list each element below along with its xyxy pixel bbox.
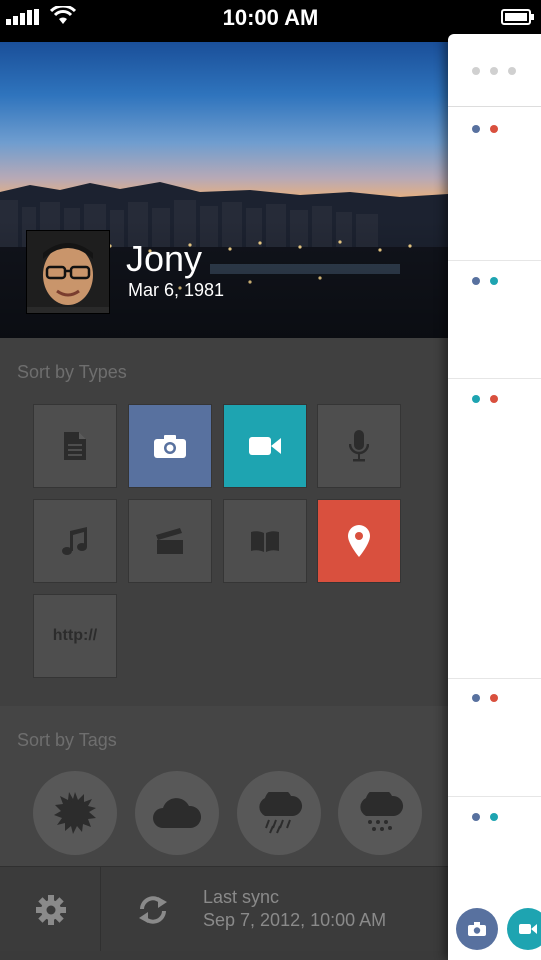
sun-icon [54, 792, 96, 834]
add-photo-button[interactable] [456, 908, 498, 950]
avatar[interactable] [26, 230, 110, 314]
camera-icon [154, 435, 186, 458]
video-icon [249, 437, 281, 455]
gear-icon [36, 895, 66, 925]
type-tile-movie[interactable] [128, 499, 212, 583]
section-title: Sort by Tags [17, 730, 117, 750]
menu-dot [472, 67, 480, 75]
type-indicator-dot [472, 125, 480, 133]
bottom-toolbar: Last sync Sep 7, 2012, 10:00 AM [0, 866, 448, 951]
section-title: Sort by Types [17, 362, 127, 382]
rain-icon [259, 792, 302, 834]
type-tile-book[interactable] [223, 499, 307, 583]
location-pin-icon [348, 525, 370, 557]
sync-button[interactable] [136, 893, 170, 927]
type-indicator-dot [472, 694, 480, 702]
entry-divider [448, 260, 541, 261]
type-tile-music[interactable] [33, 499, 117, 583]
type-tile-document[interactable] [33, 404, 117, 488]
profile-header: Jony Mar 6, 1981 [0, 42, 448, 338]
avatar-portrait [27, 231, 109, 313]
type-indicator-dot [472, 395, 480, 403]
type-indicator-dot [490, 813, 498, 821]
settings-button[interactable] [34, 893, 68, 927]
sort-by-types-section: Sort by Types http:// [0, 338, 448, 706]
last-sync-time: Sep 7, 2012, 10:00 AM [203, 910, 387, 930]
entry-divider [448, 796, 541, 797]
type-tile-video[interactable] [223, 404, 307, 488]
document-icon [64, 432, 86, 460]
music-icon [62, 527, 87, 555]
tag-cloudy[interactable] [135, 771, 219, 855]
type-indicator-dot [490, 395, 498, 403]
menu-dot [490, 67, 498, 75]
clapperboard-icon [156, 528, 183, 554]
entry-divider [448, 678, 541, 679]
tag-rainy[interactable] [237, 771, 321, 855]
side-menu: Jony Mar 6, 1981 Sort by Types http:// S… [0, 42, 448, 960]
type-indicator-dot [490, 277, 498, 285]
link-icon: http:// [52, 627, 98, 644]
microphone-icon [349, 430, 369, 462]
last-sync-label: Last sync [203, 887, 280, 907]
book-icon [251, 531, 279, 552]
tag-sunny[interactable] [33, 771, 117, 855]
type-indicator-dot [490, 125, 498, 133]
camera-icon [468, 922, 486, 936]
toolbar-divider [100, 867, 101, 951]
tag-snowy[interactable] [338, 771, 422, 855]
battery-icon [501, 9, 534, 25]
type-tile-location[interactable] [317, 499, 401, 583]
status-time: 10:00 AM [222, 5, 319, 30]
cloud-icon [153, 798, 201, 828]
type-tile-audio[interactable] [317, 404, 401, 488]
type-indicator-dot [472, 277, 480, 285]
type-tile-photo[interactable] [128, 404, 212, 488]
sync-icon [139, 896, 167, 924]
entry-divider [448, 378, 541, 379]
add-video-button[interactable] [507, 908, 541, 950]
panel-header [448, 34, 541, 107]
timeline-panel[interactable] [448, 34, 541, 960]
type-indicator-dot [490, 694, 498, 702]
user-birthdate: Mar 6, 1981 [128, 280, 225, 300]
user-name: Jony [126, 238, 203, 279]
snow-icon [360, 792, 403, 831]
video-icon [519, 924, 537, 934]
menu-dot [508, 67, 516, 75]
sort-by-tags-section: Sort by Tags [0, 706, 448, 866]
type-indicator-dot [472, 813, 480, 821]
type-tile-link[interactable]: http:// [33, 594, 117, 678]
